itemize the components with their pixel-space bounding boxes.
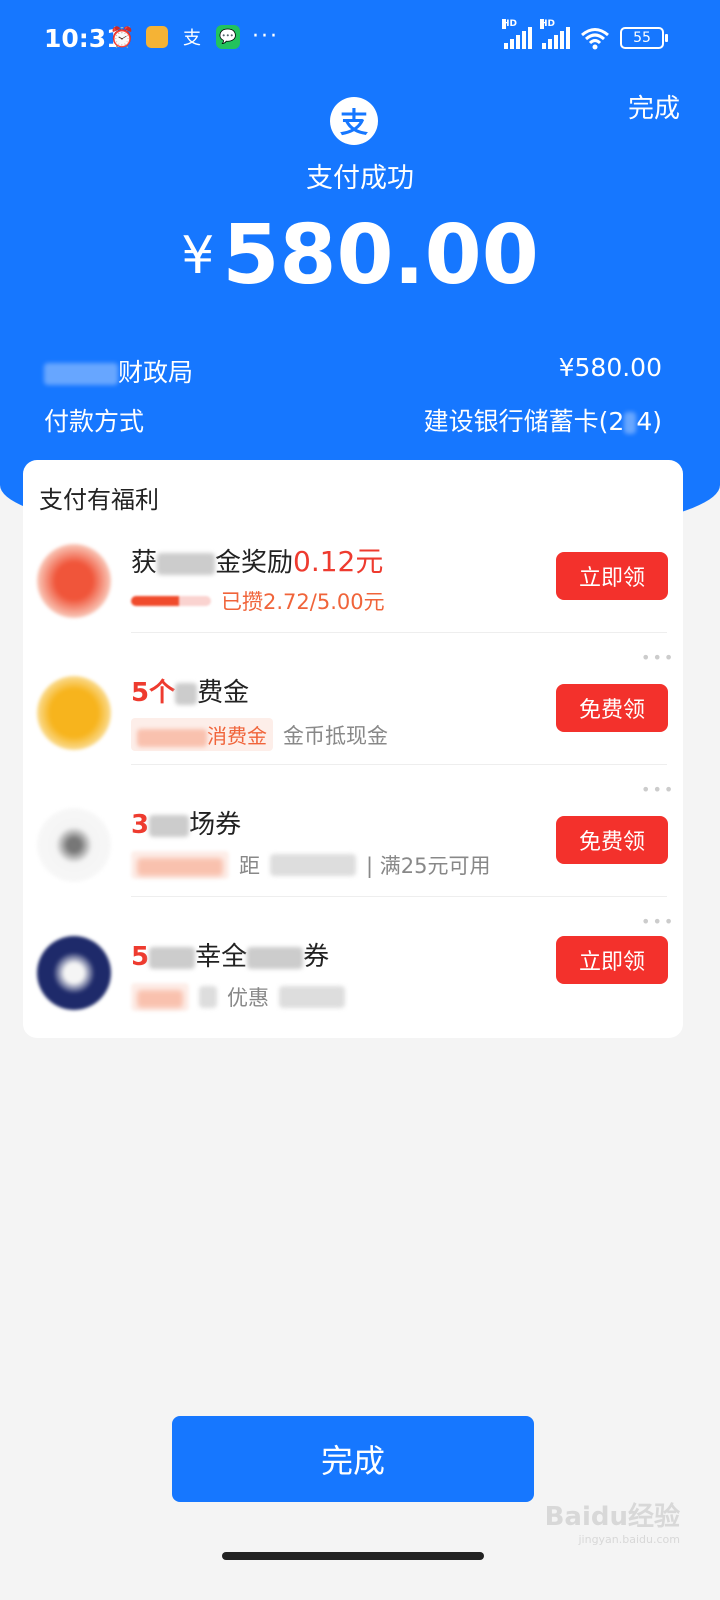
payee-amount: ¥580.00 (558, 353, 662, 382)
progress-bar (131, 596, 211, 606)
consumption-gold-tag: 消费金 (131, 718, 273, 751)
status-bar: 10:31 ⏰ 支 💬 ··· HD HD 55 (0, 0, 720, 80)
brand-logo-icon (37, 936, 111, 1010)
alarm-icon: ⏰ (109, 24, 135, 49)
benefit-subtitle: 消费金 金币抵现金 (131, 718, 388, 751)
currency-symbol: ¥ (181, 226, 215, 286)
benefit-title: 5个 费金 (131, 678, 250, 708)
benefit-item-venue-coupon[interactable]: 3 场券 距 | 满25元可用 免费领 (23, 800, 683, 932)
claim-now-button[interactable]: 立即领 (556, 936, 668, 984)
benefit-item-cash-reward[interactable]: 获金奖励0.12元 已攒2.72/5.00元 立即领 (23, 536, 683, 668)
signal-icon-1: HD (502, 19, 532, 49)
benefit-subtitle: 优惠 (131, 982, 345, 1012)
alipay-notification-icon: 支 (183, 27, 201, 49)
benefits-card: 支付有福利 获金奖励0.12元 已攒2.72/5.00元 立即领 ••• 5个费… (23, 460, 683, 1038)
signal-icon-2: HD (540, 19, 570, 49)
more-options-icon[interactable]: ••• (641, 912, 675, 931)
benefit-title: 3 场券 (131, 810, 242, 840)
more-options-icon[interactable]: ••• (641, 780, 675, 799)
amount-value: 580.00 (222, 208, 539, 303)
status-icons-left: ⏰ 支 💬 ··· (110, 24, 279, 49)
fries-image-icon (37, 544, 111, 618)
benefit-subtitle: 距 | 满25元可用 (131, 850, 490, 880)
benefit-title: 获金奖励0.12元 (131, 545, 384, 578)
benefit-title: 5 幸全券 (131, 942, 330, 972)
status-icons-right: HD HD 55 (502, 19, 668, 50)
top-done-button[interactable]: 完成 (628, 88, 680, 125)
battery-icon: 55 (620, 27, 668, 49)
more-options-icon[interactable]: ••• (641, 648, 675, 667)
wechat-icon: 💬 (216, 24, 240, 49)
alipay-logo-icon: 支 (330, 97, 378, 145)
baidu-watermark: Baidu经验 jingyan.baidu.com (544, 1502, 680, 1546)
benefit-item-consumption-gold[interactable]: 5个 费金 消费金 金币抵现金 免费领 (23, 668, 683, 800)
brand-logo-icon (37, 808, 111, 882)
done-button[interactable]: 完成 (172, 1416, 534, 1502)
payment-method-label: 付款方式 (44, 407, 145, 436)
gold-coin-icon (37, 676, 111, 750)
payment-success-title: 支付成功 (306, 163, 414, 194)
payee-redacted (44, 363, 118, 385)
benefit-item-store-coupon[interactable]: 5 幸全券 优惠 立即领 (23, 932, 683, 1064)
payee-name: 财政局 (44, 353, 193, 389)
benefits-title: 支付有福利 (39, 486, 159, 514)
category-tag (131, 983, 189, 1011)
payment-amount: ¥580.00 (0, 208, 720, 303)
category-tag (131, 851, 229, 879)
divider (131, 764, 667, 765)
free-claim-button[interactable]: 免费领 (556, 684, 668, 732)
divider (131, 632, 667, 633)
home-indicator[interactable] (222, 1552, 484, 1560)
claim-now-button[interactable]: 立即领 (556, 552, 668, 600)
divider (131, 896, 667, 897)
payment-method-row: 付款方式 建设银行储蓄卡(2 4) (44, 402, 662, 438)
wifi-icon (581, 28, 609, 50)
benefit-progress: 已攒2.72/5.00元 (131, 586, 385, 616)
notes-app-icon (146, 25, 168, 48)
payment-method-value: 建设银行储蓄卡(2 4) (423, 407, 662, 436)
more-notifications-icon: ··· (252, 24, 279, 49)
free-claim-button[interactable]: 免费领 (556, 816, 668, 864)
payee-row: 财政局 ¥580.00 (44, 353, 662, 389)
